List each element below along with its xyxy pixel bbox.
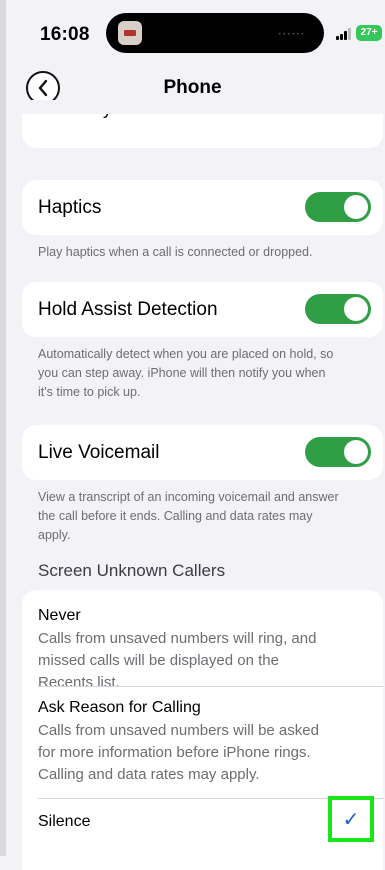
toggle-knob [344,297,368,321]
haptics-toggle[interactable] [305,192,371,222]
selected-checkmark-highlight[interactable]: ✓ [328,796,374,842]
checkmark-icon: ✓ [342,807,360,831]
island-dots-icon: •••••• [278,31,306,38]
app-activity-icon [118,21,142,45]
option-ask-reason[interactable]: Ask Reason for Calling Calls from unsave… [22,687,383,787]
option-ask-reason-title: Ask Reason for Calling [38,699,201,716]
option-ask-reason-desc: Calls from unsaved numbers will be asked… [38,722,319,783]
hold-assist-footer: Automatically detect when you are placed… [38,347,334,399]
toggle-knob [344,195,368,219]
option-never[interactable]: Never Calls from unsaved numbers will ri… [22,590,383,691]
hold-assist-label: Hold Assist Detection [38,299,218,320]
screen-edge [0,0,6,856]
option-never-title: Never [38,607,81,624]
toggle-knob [344,440,368,464]
page-title: Phone [163,77,222,98]
signal-icon [336,28,356,40]
haptics-label: Haptics [38,197,102,218]
nav-overlay [22,100,383,114]
haptics-row[interactable]: Haptics [22,180,383,235]
battery-icon: 27+ [356,25,382,41]
haptics-footer: Play haptics when a call is connected or… [38,245,313,259]
live-voicemail-label: Live Voicemail [38,442,160,463]
status-bar: 16:08 •••••• 27+ [0,0,385,62]
option-never-desc: Calls from unsaved numbers will ring, an… [38,630,317,691]
dynamic-island[interactable]: •••••• [106,13,324,53]
hold-assist-toggle[interactable] [305,294,371,324]
screen-unknown-header: Screen Unknown Callers [38,561,226,580]
status-time: 16:08 [40,24,90,45]
live-voicemail-footer: View a transcript of an incoming voicema… [38,490,339,542]
live-voicemail-toggle[interactable] [305,437,371,467]
hold-assist-row[interactable]: Hold Assist Detection [22,282,383,337]
live-voicemail-row[interactable]: Live Voicemail [22,425,383,480]
option-silence-title: Silence [38,813,91,830]
